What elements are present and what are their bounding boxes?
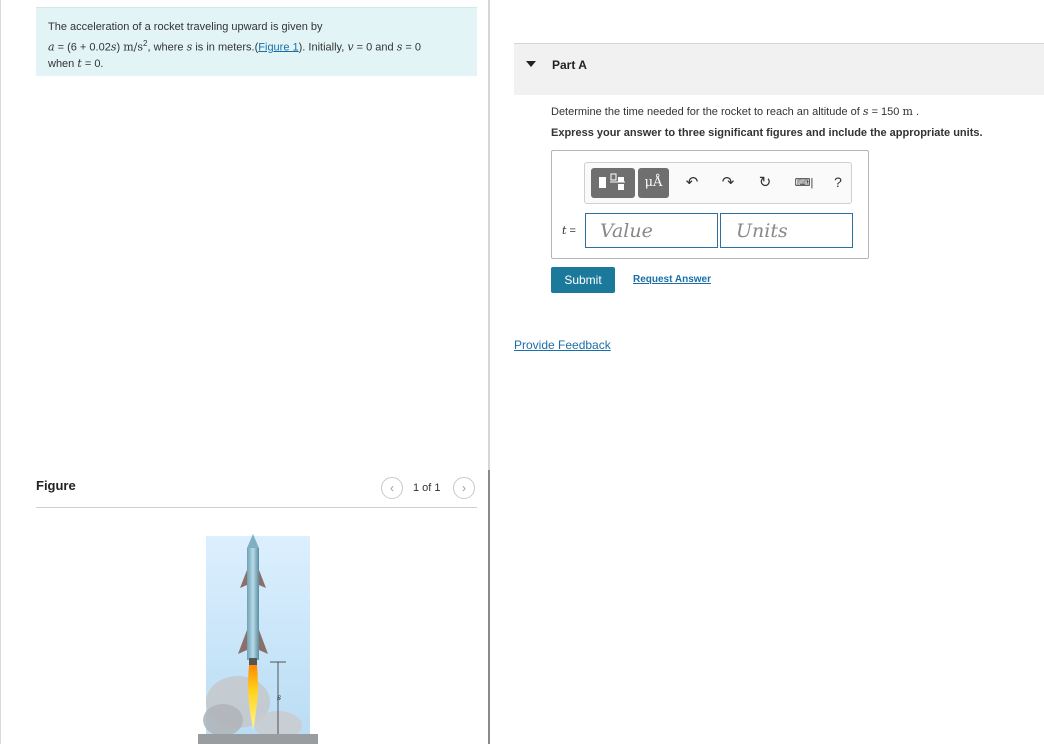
part-title: Part A [552,58,587,72]
smoke-cloud-2 [203,704,243,736]
chevron-right-icon: › [462,481,466,495]
math-toolbar: μÅ ↶ ↷ ↻ ⌨| ? [584,162,852,204]
submit-button[interactable]: Submit [551,267,615,293]
question-end: . [912,106,920,118]
v-eq: = 0 and [353,41,397,54]
question-sentence: Determine the time needed for the rocket… [551,106,863,118]
dimension-label-s: s [277,693,281,702]
units-input[interactable] [720,213,853,248]
question-eq: = 150 [868,106,903,118]
rocket-nozzle [249,658,257,665]
answer-label: t = [562,224,576,237]
undo-icon[interactable]: ↶ [682,173,702,191]
question-unit: m [902,105,913,118]
problem-line-1: The acceleration of a rocket traveling u… [48,21,323,33]
templates-button[interactable] [591,168,635,198]
pane-resize-handle[interactable] [488,470,490,744]
question-instruction: Express your answer to three significant… [551,127,983,139]
answer-eq: = [566,225,576,237]
help-icon[interactable]: ? [828,174,848,190]
eq-unit: m/s [123,40,144,54]
answer-box: μÅ ↶ ↷ ↻ ⌨| ? t = [551,150,869,259]
s-eq: = 0 [402,41,421,54]
figure-header: Figure ‹ 1 of 1 › [36,476,477,508]
templates-icon [599,173,625,190]
problem-line-2: a = (6 + 0.02s) m/s2, where s is in mete… [48,36,465,56]
provide-feedback-link[interactable]: Provide Feedback [514,338,611,352]
question-text: Determine the time needed for the rocket… [551,105,919,118]
units-symbols-button[interactable]: μÅ [638,168,669,198]
part-a-header[interactable]: Part A [514,43,1044,95]
initially-text: ). Initially, [298,41,348,54]
problem-statement: The acceleration of a rocket traveling u… [36,7,477,76]
figure-title: Figure [36,478,76,493]
page-left-border [0,0,1,744]
when-text: when [48,57,78,70]
caret-down-icon [526,61,536,67]
problem-line-3: when t = 0. [48,56,465,73]
where-text: , where [147,41,187,54]
figure-next-button[interactable]: › [453,477,475,499]
where-rest: is in meters.( [192,41,259,54]
ground [198,734,318,744]
request-answer-link[interactable]: Request Answer [633,274,711,285]
figure-pager: 1 of 1 [413,482,441,494]
rocket-body [247,548,259,660]
figure-link[interactable]: Figure 1 [258,41,298,53]
reset-icon[interactable]: ↻ [755,173,775,191]
eq-expr: = (6 + 0.02 [54,41,111,54]
redo-icon[interactable]: ↷ [718,173,738,191]
chevron-left-icon: ‹ [390,481,394,495]
keyboard-icon[interactable]: ⌨| [790,176,818,189]
value-input[interactable] [585,213,718,248]
figure-prev-button[interactable]: ‹ [381,477,403,499]
t-eq: = 0. [81,57,104,70]
rocket-figure: s [198,534,318,744]
